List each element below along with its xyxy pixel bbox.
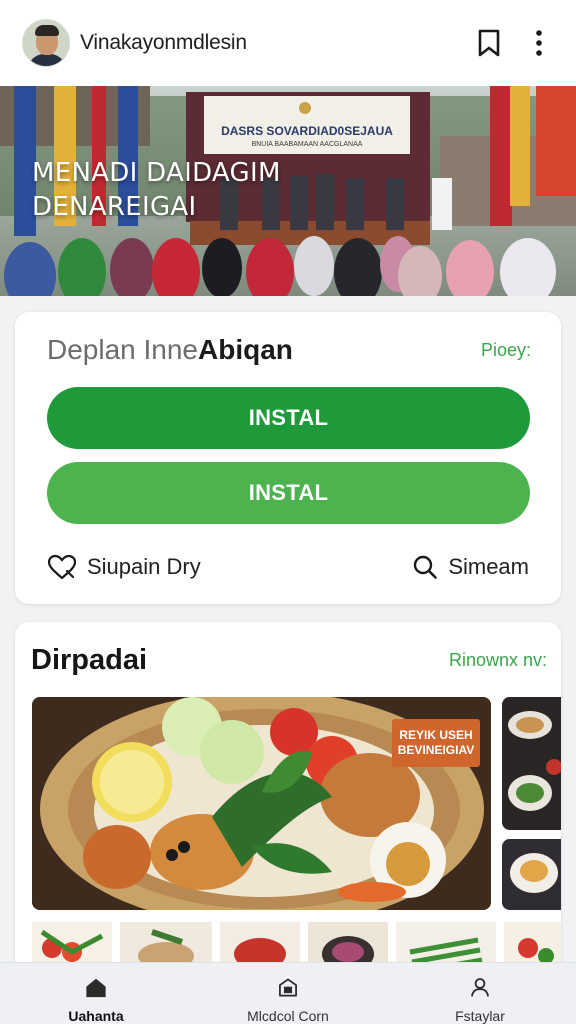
profile-icon [471, 978, 489, 997]
featured-food-image[interactable]: REYIK USEH BEVINEIGIAV [32, 697, 491, 910]
side-thumbnail-2[interactable] [502, 839, 561, 910]
feed-see-all-link[interactable]: Rinownx nv: [449, 650, 547, 671]
food-thumbnail [502, 839, 561, 910]
feed-title: Dirpadai [31, 644, 148, 676]
install-card-footer: Siupain Dry Simeam [47, 550, 529, 584]
search-icon [414, 555, 438, 579]
banner-subtext: BNUIA BAABAMAAN AACGLANAA [252, 141, 363, 148]
heading-light: Deplan Inne [47, 334, 199, 365]
bookmark-icon [478, 29, 500, 57]
more-options-button[interactable] [522, 26, 556, 60]
favorite-action[interactable]: Siupain Dry [47, 554, 201, 580]
food-badge-line2: BEVINEIGIAV [397, 743, 475, 757]
heart-icon [47, 554, 77, 580]
feed-card: Dirpadai Rinownx nv: REYIK USEH BEVINEIG… [15, 622, 561, 982]
home-icon [86, 978, 106, 998]
hero-title: MENADI DAIDAGIM DENAREIGAI [32, 158, 281, 222]
install-card-heading: Deplan InneAbiqan [47, 334, 293, 366]
side-thumbnail-1[interactable] [502, 697, 561, 830]
banner-text: DASRS SOVARDIAD0SEJAUA [221, 124, 393, 138]
avatar[interactable] [22, 19, 70, 67]
heading-bold: Abiqan [198, 334, 293, 365]
search-action[interactable]: Simeam [412, 554, 529, 580]
nav-item-home[interactable]: Uahanta [0, 963, 192, 1024]
food-badge-line1: REYIK USEH [399, 728, 473, 742]
bookmark-button[interactable] [472, 26, 506, 60]
install-button-secondary[interactable]: INSTAL [47, 462, 530, 524]
install-button-primary[interactable]: INSTAL [47, 387, 530, 449]
install-card: Deplan InneAbiqan Pioey: INSTAL INSTAL S… [15, 312, 561, 604]
nav-item-profile[interactable]: Fstaylar [384, 963, 576, 1024]
nav-label-store: Mlcdcol Corn [247, 1008, 329, 1024]
username[interactable]: Vinakayonmdlesin [80, 31, 456, 55]
bottom-navigation: Uahanta Mlcdcol Corn Fstaylar [0, 962, 576, 1024]
search-label: Simeam [448, 554, 529, 579]
install-card-link[interactable]: Pioey: [481, 340, 531, 361]
more-vertical-icon [536, 30, 542, 56]
favorite-label: Siupain Dry [87, 554, 201, 579]
nav-item-store[interactable]: Mlcdcol Corn [192, 963, 384, 1024]
app-bar: Vinakayonmdlesin [0, 0, 576, 86]
hero-banner[interactable]: DASRS SOVARDIAD0SEJAUA BNUIA BAABAMAAN A… [0, 86, 576, 296]
store-icon [279, 978, 297, 997]
food-thumbnail [502, 697, 561, 830]
nav-label-profile: Fstaylar [455, 1008, 505, 1024]
nav-label-home: Uahanta [68, 1008, 124, 1024]
food-badge: REYIK USEH BEVINEIGIAV [392, 719, 480, 767]
